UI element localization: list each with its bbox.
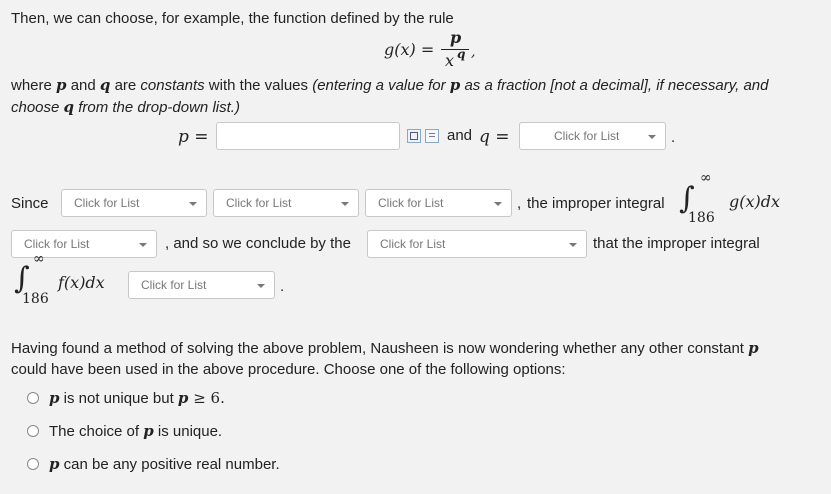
fraction-comma: , [471, 44, 476, 60]
chevron-down-icon [569, 243, 577, 247]
var-p-2: p [449, 76, 461, 94]
var-p-opt2: p [143, 422, 154, 440]
option-text-2: is unique. [153, 423, 223, 440]
option-number: 6 [210, 389, 221, 407]
improper-integral-text-2: that the improper integral [593, 235, 760, 252]
integral-lower-limit: 186 [688, 210, 715, 226]
constants-text: constants [140, 77, 205, 94]
dropdown-label: Click for List [380, 237, 446, 251]
chevron-down-icon [139, 243, 147, 247]
integral-upper-limit: ∞ [700, 170, 712, 186]
conclude-text: , and so we conclude by the [165, 235, 351, 252]
var-p-opt1: p [49, 389, 60, 407]
and-text: and [447, 127, 473, 144]
chevron-down-icon [648, 135, 656, 139]
since-dropdown-2[interactable]: Click for List [213, 189, 359, 217]
since-dropdown-3[interactable]: Click for List [365, 189, 512, 217]
var-p-opt1b: p [177, 389, 189, 407]
paren-text-2: as a fraction [not a decimal], if necess… [460, 77, 769, 94]
where-line-2: choose q from the drop-down list.) [11, 98, 240, 116]
option-text-1: is not unique but [59, 390, 178, 407]
option-label-2[interactable]: The choice of p is unique. [49, 422, 222, 440]
q-dropdown-label: Click for List [554, 129, 620, 143]
question-line-2: could have been used in the above proced… [11, 361, 566, 378]
var-q: q [99, 76, 111, 94]
option-pre-2: The choice of [49, 423, 144, 440]
chevron-down-icon [494, 202, 502, 206]
since-dropdown-1[interactable]: Click for List [61, 189, 207, 217]
question-line-1: Having found a method of solving the abo… [11, 339, 759, 357]
integrand-g: g(x)dx [729, 192, 781, 211]
where-text-3: are [110, 77, 141, 94]
dropdown-label: Click for List [141, 278, 207, 292]
var-p-opt3: p [49, 455, 60, 473]
chevron-down-icon [189, 202, 197, 206]
var-q-2: q [63, 98, 75, 116]
dropdown-label: Click for List [378, 196, 444, 210]
improper-integral-text: the improper integral [527, 195, 665, 212]
option-label-3[interactable]: p can be any positive real number. [49, 455, 280, 473]
option-radio-1[interactable] [27, 392, 39, 404]
final-dropdown[interactable]: Click for List [128, 271, 275, 299]
option-radio-2[interactable] [27, 425, 39, 437]
q-dropdown[interactable]: Click for List [519, 122, 666, 150]
var-p: p [56, 76, 67, 94]
p-input[interactable] [216, 122, 400, 150]
chevron-down-icon [257, 284, 265, 288]
period-2: . [280, 278, 285, 295]
where-text-4: with the values [204, 77, 313, 94]
var-p-3: p [748, 339, 759, 357]
comma: , [517, 195, 522, 212]
relation-symbol: ≥ [188, 389, 211, 407]
q-label: q = [479, 127, 510, 147]
dropdown-instruction: from the drop-down list.) [74, 99, 240, 116]
chevron-down-icon [341, 202, 349, 206]
question-text: Having found a method of solving the abo… [11, 340, 749, 357]
integrand-f: f(x)dx [58, 273, 105, 292]
where-text-2: and [66, 77, 100, 94]
dropdown-label: Click for List [226, 196, 292, 210]
integral-lower-limit-2: 186 [22, 291, 49, 307]
option-end: . [220, 389, 225, 407]
fraction-numerator: p [450, 28, 462, 47]
option-label-1[interactable]: p is not unique but p ≥ 6. [49, 389, 225, 407]
where-line: where p and q are constants with the val… [11, 76, 769, 94]
preview-icon[interactable] [425, 129, 439, 143]
integral-upper-limit-2: ∞ [33, 251, 45, 267]
where-text-1: where [11, 77, 57, 94]
fraction-exponent: q [457, 47, 466, 61]
dropdown-label: Click for List [74, 196, 140, 210]
choose-text: choose [11, 99, 64, 116]
integral-sign-2: ∫ [14, 261, 30, 296]
conclude-dropdown-2[interactable]: Click for List [367, 230, 587, 258]
dropdown-label: Click for List [24, 237, 90, 251]
p-label: p = [178, 127, 209, 147]
option-radio-3[interactable] [27, 458, 39, 470]
since-text: Since [11, 195, 49, 212]
equation-editor-icon[interactable] [407, 129, 421, 143]
paren-text-1: (entering a value for [312, 77, 450, 94]
option-text-3: can be any positive real number. [59, 456, 280, 473]
g-lhs: g(x) = [384, 40, 435, 59]
period: . [671, 129, 676, 146]
fraction-denominator: x [445, 51, 455, 70]
intro-line: Then, we can choose, for example, the fu… [11, 10, 454, 27]
